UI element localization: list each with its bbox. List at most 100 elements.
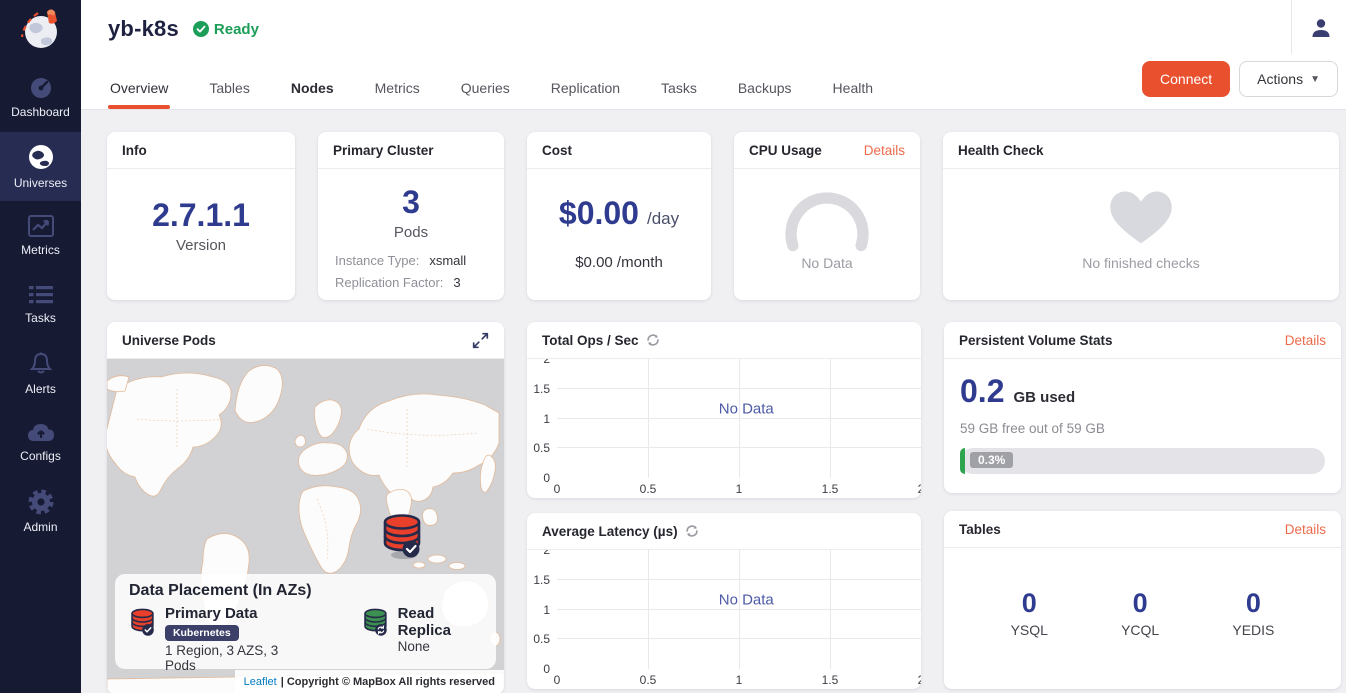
ycql-count: 0 YCQL xyxy=(1121,588,1159,638)
chart-title: Total Ops / Sec xyxy=(542,333,639,348)
read-replica-db-icon xyxy=(362,605,389,639)
ysql-count: 0 YSQL xyxy=(1011,588,1048,638)
sidebar-item-label: Admin xyxy=(23,520,57,534)
refresh-icon[interactable] xyxy=(646,333,660,347)
metrics-icon xyxy=(27,214,55,238)
cpu-usage-card: CPU Usage Details No Data xyxy=(734,132,920,300)
sidebar-item-universes[interactable]: Universes xyxy=(0,132,81,201)
alerts-icon xyxy=(28,351,54,377)
version-value: 2.7.1.1 xyxy=(152,197,250,234)
sidebar-item-label: Universes xyxy=(14,176,67,190)
actions-button[interactable]: Actions ▼ xyxy=(1239,61,1338,97)
cost-card: Cost $0.00 /day $0.00 /month xyxy=(527,132,711,300)
status-badge: Ready xyxy=(193,21,259,38)
gb-used-label: GB used xyxy=(1013,389,1075,406)
chevron-down-icon: ▼ xyxy=(1310,74,1320,85)
tab-health[interactable]: Health xyxy=(831,70,875,109)
sidebar-item-label: Alerts xyxy=(25,382,56,396)
gb-used-value: 0.2 xyxy=(960,373,1004,410)
gauge-icon xyxy=(772,183,882,255)
connect-button[interactable]: Connect xyxy=(1142,61,1230,97)
kubernetes-badge: Kubernetes xyxy=(165,625,239,641)
storage-percent-badge: 0.3% xyxy=(970,452,1013,468)
sidebar-item-label: Dashboard xyxy=(11,105,70,119)
sidebar-item-configs[interactable]: Configs xyxy=(0,408,81,477)
avg-latency-chart: 00.511.52 No Data 00.511.52 xyxy=(527,550,921,689)
dashboard-icon xyxy=(27,76,55,100)
pods-count: 3 xyxy=(402,184,420,221)
app-logo-icon[interactable] xyxy=(0,0,81,63)
info-card: Info 2.7.1.1 Version xyxy=(107,132,295,300)
version-label: Version xyxy=(176,237,226,254)
tab-backups[interactable]: Backups xyxy=(736,70,794,109)
y-axis: 00.511.52 xyxy=(527,550,553,669)
primary-data-db-icon xyxy=(129,605,156,639)
map-copyright: | Copyright © MapBox All rights reserved xyxy=(281,676,495,688)
check-circle-icon xyxy=(193,21,209,37)
y-axis: 00.511.52 xyxy=(527,359,553,478)
total-ops-chart: 00.511.52 No Data 00.511.52 xyxy=(527,359,921,498)
user-menu[interactable] xyxy=(1309,16,1333,45)
plot-area: No Data xyxy=(557,359,921,478)
tab-tasks[interactable]: Tasks xyxy=(659,70,699,109)
avg-latency-card: Average Latency (µs) xyxy=(527,513,921,689)
primary-data-label: Primary Data xyxy=(165,605,298,622)
instance-type-row: Instance Type: xsmall xyxy=(335,250,487,272)
sidebar-item-admin[interactable]: Admin xyxy=(0,477,81,546)
cost-per-month: $0.00 /month xyxy=(575,254,663,271)
sidebar-item-alerts[interactable]: Alerts xyxy=(0,339,81,408)
sidebar: Dashboard Universes Metrics xyxy=(0,0,81,693)
map-attribution: Leaflet | Copyright © MapBox All rights … xyxy=(235,670,504,693)
card-title: CPU Usage xyxy=(749,143,822,158)
chart-title: Average Latency (µs) xyxy=(542,524,678,539)
heart-icon xyxy=(1108,186,1174,246)
read-replica-label: Read Replica xyxy=(398,605,482,639)
tables-card: Tables Details 0 YSQL 0 YCQL 0 xyxy=(944,511,1341,689)
world-map[interactable]: Data Placement (In AZs) xyxy=(107,359,504,693)
leaflet-link[interactable]: Leaflet xyxy=(244,676,277,688)
health-check-card: Health Check No finished checks xyxy=(943,132,1339,300)
persistent-volume-card: Persistent Volume Stats Details 0.2 GB u… xyxy=(944,322,1341,493)
configs-icon xyxy=(26,422,56,444)
header-divider xyxy=(1291,0,1292,54)
x-axis: 00.511.52 xyxy=(557,478,921,498)
tab-metrics[interactable]: Metrics xyxy=(373,70,422,109)
total-ops-card: Total Ops / Sec xyxy=(527,322,921,498)
x-axis: 00.511.52 xyxy=(557,669,921,689)
cpu-no-data: No Data xyxy=(801,255,852,271)
tab-replication[interactable]: Replication xyxy=(549,70,622,109)
tab-tables[interactable]: Tables xyxy=(207,70,251,109)
plot-area: No Data xyxy=(557,550,921,669)
card-title: Info xyxy=(122,143,147,158)
card-title: Universe Pods xyxy=(122,333,216,348)
pvs-details-link[interactable]: Details xyxy=(1285,333,1326,348)
storage-progress-fill xyxy=(960,448,965,474)
sidebar-item-dashboard[interactable]: Dashboard xyxy=(0,63,81,132)
chart-no-data: No Data xyxy=(719,591,774,608)
chart-no-data: No Data xyxy=(719,400,774,417)
card-title: Persistent Volume Stats xyxy=(959,333,1113,348)
tasks-icon xyxy=(28,284,54,306)
overview-content: Info 2.7.1.1 Version Primary Cluster 3 P… xyxy=(81,110,1346,693)
sidebar-item-metrics[interactable]: Metrics xyxy=(0,201,81,270)
tables-details-link[interactable]: Details xyxy=(1285,522,1326,537)
topbar: yb-k8s Ready Overview Tables Nodes Metri… xyxy=(81,0,1346,110)
tab-overview[interactable]: Overview xyxy=(108,70,170,109)
cost-per-day: $0.00 xyxy=(559,195,639,232)
universe-icon xyxy=(27,143,55,171)
tab-nodes[interactable]: Nodes xyxy=(289,70,336,109)
data-placement-overlay: Data Placement (In AZs) xyxy=(115,574,496,669)
card-title: Tables xyxy=(959,522,1001,537)
cpu-details-link[interactable]: Details xyxy=(864,143,905,158)
storage-progress-bar: 0.3% xyxy=(960,448,1325,474)
tab-queries[interactable]: Queries xyxy=(459,70,512,109)
admin-icon xyxy=(28,489,54,515)
sidebar-item-tasks[interactable]: Tasks xyxy=(0,270,81,339)
data-placement-title: Data Placement (In AZs) xyxy=(129,582,482,600)
gb-free-text: 59 GB free out of 59 GB xyxy=(960,421,1325,436)
sidebar-item-label: Configs xyxy=(20,449,61,463)
expand-icon[interactable] xyxy=(472,332,489,349)
universe-title: yb-k8s xyxy=(108,16,179,42)
refresh-icon[interactable] xyxy=(685,524,699,538)
primary-data-map-marker[interactable] xyxy=(380,512,424,565)
